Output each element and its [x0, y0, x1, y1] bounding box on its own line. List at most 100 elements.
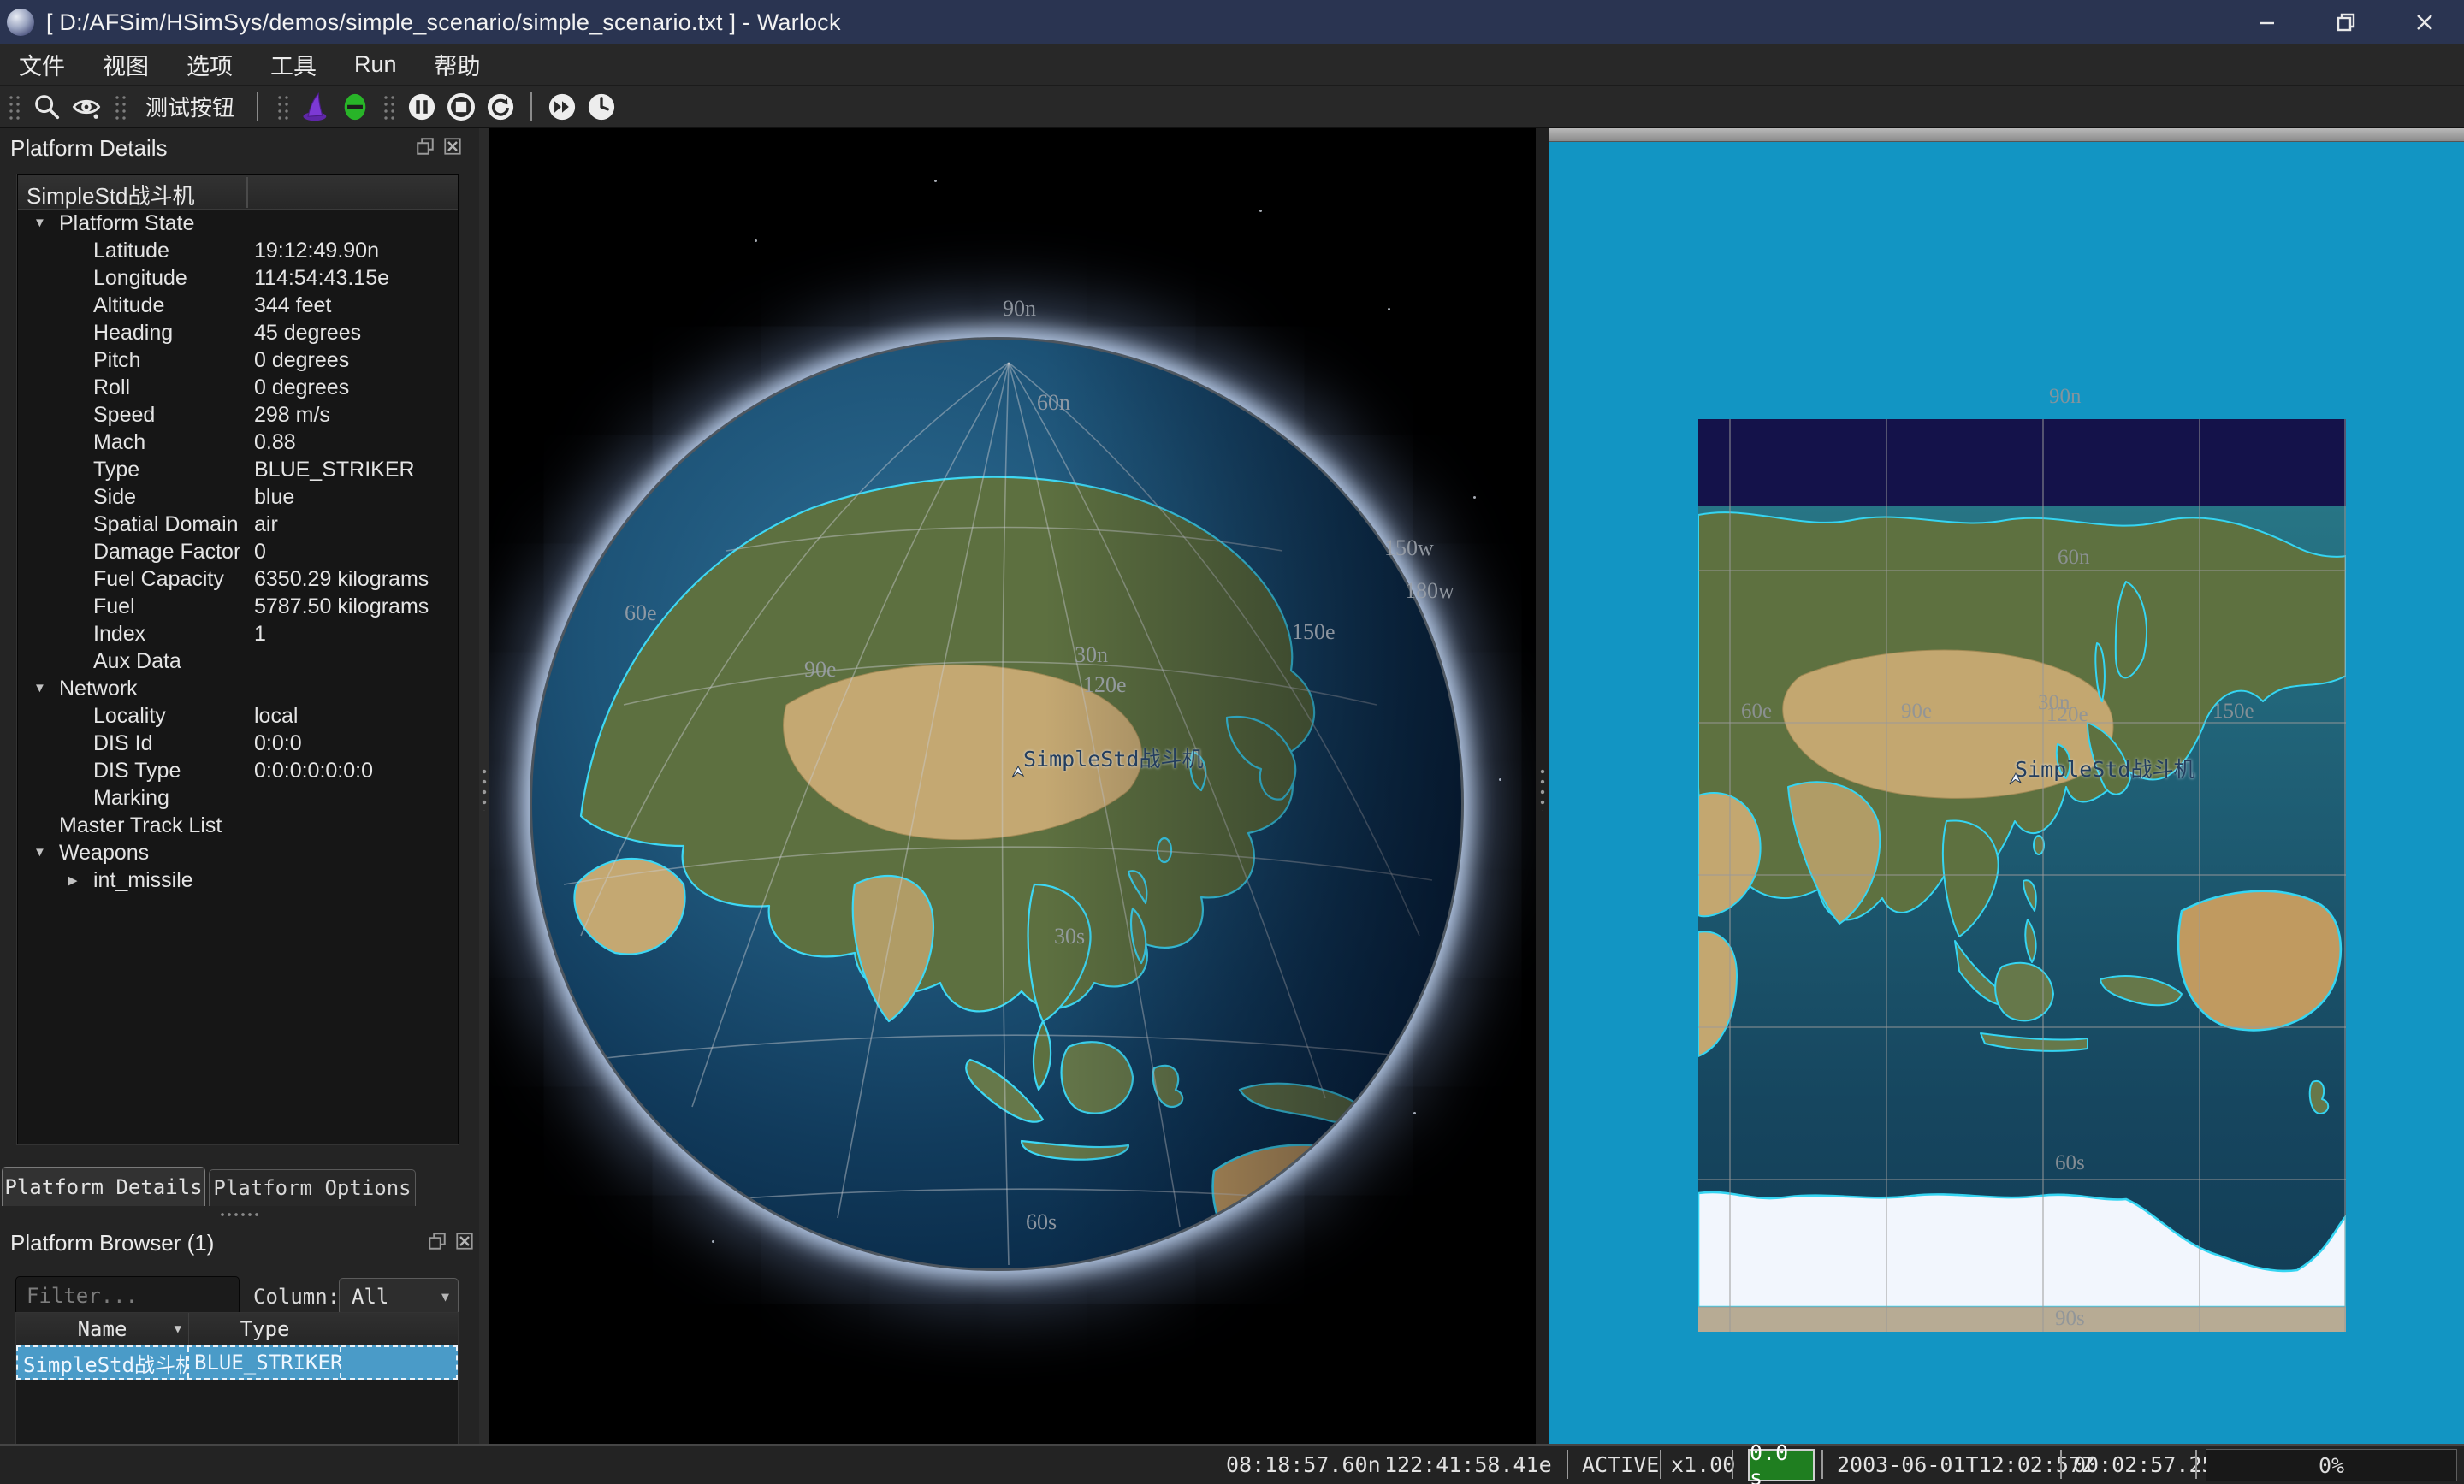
tree-value: 1	[254, 622, 266, 647]
menu-item[interactable]: 视图	[84, 44, 168, 86]
tree-row[interactable]: Fuel Capacity 6350.29 kilograms	[18, 567, 458, 594]
tree-row[interactable]: ▼ Platform State	[18, 211, 458, 239]
tree-value: 0:0:0	[254, 731, 302, 756]
tree-row[interactable]: DIS Id 0:0:0	[18, 731, 458, 759]
map-panel-handle[interactable]	[1549, 128, 2464, 142]
tree-label: Aux Data	[93, 649, 181, 674]
column-divider[interactable]	[246, 177, 248, 208]
tree-row[interactable]: Speed 298 m/s	[18, 403, 458, 430]
tab-platform-options[interactable]: Platform Options	[209, 1169, 416, 1206]
tree-row[interactable]: Side blue	[18, 485, 458, 512]
tree-row[interactable]: Marking	[18, 786, 458, 813]
star	[1473, 496, 1476, 499]
tree-row[interactable]: Index 1	[18, 622, 458, 649]
expander-icon[interactable]: ▼	[33, 681, 46, 695]
column-dropdown[interactable]: All ▼	[339, 1278, 459, 1315]
toolbar-drag-handle[interactable]	[7, 92, 21, 121]
status-bar: 08:18:57.60n 122:41:58.41e ACTIVE x1.00 …	[0, 1444, 2464, 1484]
menu-item[interactable]: 选项	[168, 44, 252, 86]
toolbar-drag-handle[interactable]	[275, 92, 289, 121]
graticule-label: 180w	[1405, 578, 1454, 604]
tab-platform-details[interactable]: Platform Details	[2, 1167, 205, 1206]
tree-header[interactable]: SimpleStd战斗机	[18, 175, 458, 210]
table-header-name[interactable]: Name ▼	[16, 1313, 189, 1345]
cell-blank	[341, 1347, 456, 1378]
tree-row[interactable]: Mach 0.88	[18, 430, 458, 458]
tree-row[interactable]: Type BLUE_STRIKER	[18, 458, 458, 485]
earth-globe[interactable]	[530, 337, 1464, 1271]
table-header-type[interactable]: Type	[189, 1313, 341, 1345]
warlock-window: [ D:/AFSim/HSimSys/demos/simple_scenario…	[0, 0, 2464, 1484]
toolbar-drag-handle[interactable]	[382, 92, 395, 121]
toolbar-drag-handle[interactable]	[113, 92, 127, 121]
close-icon	[456, 1233, 473, 1250]
map-2d-view[interactable]: 90n60n60e90e30n120e150e60s90s SimpleStd战…	[1549, 128, 2464, 1444]
menu-item[interactable]: Run	[335, 44, 416, 86]
platform-label[interactable]: SimpleStd战斗机	[2015, 753, 2194, 783]
float-icon	[429, 1233, 446, 1250]
tree-header-name: SimpleStd战斗机	[27, 179, 195, 210]
expander-icon[interactable]: ▼	[33, 845, 46, 860]
stop-button[interactable]	[441, 87, 481, 127]
tree-row[interactable]: Fuel 5787.50 kilograms	[18, 594, 458, 622]
tree-row[interactable]: Locality local	[18, 704, 458, 731]
tree-row[interactable]: Altitude 344 feet	[18, 293, 458, 321]
tree-row[interactable]: Master Track List	[18, 813, 458, 841]
tree-row[interactable]: Latitude 19:12:49.90n	[18, 239, 458, 266]
close-panel-button[interactable]	[443, 137, 462, 156]
splitter-right[interactable]	[1536, 128, 1549, 1444]
tree-row[interactable]: ▼ Weapons	[18, 841, 458, 868]
restore-button[interactable]	[2307, 0, 2385, 44]
menu-item[interactable]: 帮助	[416, 44, 500, 86]
expander-icon[interactable]: ▼	[33, 216, 46, 230]
close-panel-button[interactable]	[455, 1232, 474, 1250]
sort-descending-icon: ▼	[175, 1322, 181, 1336]
restart-button[interactable]	[481, 87, 520, 127]
tree-value: 114:54:43.15e	[254, 266, 389, 291]
star	[1259, 210, 1262, 212]
test-button[interactable]: 测试按钮	[133, 91, 246, 122]
visibility-button[interactable]	[67, 87, 106, 127]
fast-forward-button[interactable]	[542, 87, 582, 127]
map-2d-image[interactable]	[1698, 419, 2346, 1332]
globe-3d-view[interactable]: 90n60n60e90e30n120e150e150w180w30s60s Si…	[489, 128, 1536, 1444]
tree-row[interactable]: Pitch 0 degrees	[18, 348, 458, 375]
splitter-left[interactable]	[479, 128, 489, 1444]
expander-icon[interactable]: ▶	[68, 872, 78, 888]
filter-input[interactable]	[15, 1276, 240, 1315]
tree-row[interactable]: ▶ int_missile	[18, 868, 458, 896]
clock-button[interactable]	[582, 87, 621, 127]
dock-resize-handle[interactable]	[219, 1211, 262, 1218]
float-panel-button[interactable]	[416, 137, 435, 156]
tree-row[interactable]: Damage Factor 0	[18, 540, 458, 567]
wizard-button[interactable]	[296, 87, 335, 127]
pause-button[interactable]	[402, 87, 441, 127]
platform-label[interactable]: SimpleStd战斗机	[1023, 742, 1203, 773]
menu-item[interactable]: 文件	[0, 44, 84, 86]
tree-value: 0:0:0:0:0:0:0	[254, 759, 373, 783]
tree-row[interactable]: ▼ Network	[18, 677, 458, 704]
menu-item[interactable]: 工具	[252, 44, 335, 86]
tree-row[interactable]: Spatial Domain air	[18, 512, 458, 540]
graticule-label: 60n	[2058, 546, 2090, 570]
table-row-selected[interactable]: SimpleStd战斗机 BLUE_STRIKER	[16, 1345, 458, 1380]
minimize-button[interactable]	[2228, 0, 2307, 44]
tree-row[interactable]: Roll 0 degrees	[18, 375, 458, 403]
close-button[interactable]	[2385, 0, 2464, 44]
clock-rate: x1.00	[1671, 1452, 1735, 1477]
tree-label: Pitch	[93, 348, 141, 373]
platform-details-tree: SimpleStd战斗机 ▼ Platform State Latitude 1…	[17, 174, 459, 1144]
cursor-longitude: 122:41:58.41e	[1384, 1452, 1552, 1477]
tree-row[interactable]: Aux Data	[18, 649, 458, 677]
float-icon	[417, 138, 434, 155]
tree-label: DIS Type	[93, 759, 181, 783]
tree-row[interactable]: Longitude 114:54:43.15e	[18, 266, 458, 293]
table-header-blank[interactable]	[341, 1313, 456, 1345]
tree-label: Latitude	[93, 239, 169, 263]
remove-button[interactable]	[335, 87, 375, 127]
float-panel-button[interactable]	[428, 1232, 447, 1250]
tree-row[interactable]: Heading 45 degrees	[18, 321, 458, 348]
tree-row[interactable]: DIS Type 0:0:0:0:0:0:0	[18, 759, 458, 786]
remove-circle-icon	[339, 91, 371, 123]
zoom-button[interactable]	[27, 87, 67, 127]
